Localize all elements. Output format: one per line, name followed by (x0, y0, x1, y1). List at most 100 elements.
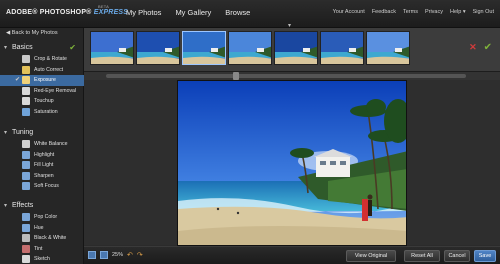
link-terms[interactable]: Terms (403, 9, 418, 15)
fill-light-icon (22, 161, 30, 169)
tool-pop-color[interactable]: Pop Color (0, 212, 84, 223)
cancel-adjustment-icon[interactable]: ✕ (469, 42, 477, 53)
slider-track[interactable] (106, 74, 466, 78)
tool-label: Tint (34, 245, 43, 252)
account-nav: Your Account Feedback Terms Privacy Help… (333, 9, 494, 15)
chevron-down-icon: ▾ (4, 45, 8, 51)
tool-label: Black & White (34, 235, 67, 241)
tool-fill-light[interactable]: Fill Light (0, 160, 84, 171)
reset-all-button[interactable]: Reset All (404, 250, 440, 262)
tool-auto-correct[interactable]: Auto Correct (0, 65, 84, 76)
red-eye-icon (22, 86, 30, 95)
strip-actions: ✕ ✔ (469, 42, 492, 53)
view-tools: 25% ↶ ↷ (88, 251, 143, 259)
tool-sketch[interactable]: Sketch (0, 254, 84, 264)
apply-adjustment-icon[interactable]: ✔ (484, 42, 492, 53)
beta-badge: BETA (98, 4, 109, 9)
sketch-icon (22, 255, 30, 263)
tool-tint[interactable]: Tint (0, 244, 84, 255)
tool-exposure[interactable]: ✔ Exposure (0, 75, 84, 86)
tool-sharpen[interactable]: Sharpen (0, 171, 84, 182)
nav-my-gallery[interactable]: My Gallery (175, 8, 211, 17)
pop-color-icon (22, 213, 30, 221)
section-header[interactable]: ▾ Basics ✔ (0, 42, 84, 54)
chevron-down-icon: ▾ (4, 130, 8, 136)
tool-label: Touchup (34, 98, 54, 104)
black-white-icon (22, 234, 30, 242)
tool-soft-focus[interactable]: Soft Focus (0, 181, 84, 192)
adjustment-slider[interactable] (84, 72, 500, 80)
saturation-icon (22, 107, 30, 116)
tint-icon (22, 244, 30, 253)
hue-icon (22, 223, 30, 232)
redo-icon[interactable]: ↷ (137, 251, 143, 259)
nav-browse[interactable]: Browse (225, 8, 250, 17)
tool-label: Sharpen (34, 172, 54, 179)
tool-label: Exposure (34, 77, 56, 83)
tool-label: Hue (34, 224, 44, 231)
thumbnail-list (90, 31, 410, 65)
thumbnail-strip: ✕ ✔ (84, 28, 500, 72)
tool-saturation[interactable]: Saturation (0, 107, 84, 118)
nav-my-photos[interactable]: My Photos (126, 8, 161, 17)
exposure-preview-thumbnail[interactable] (182, 31, 226, 65)
fit-view-icon[interactable] (88, 251, 96, 259)
tool-label: Fill Light (34, 162, 54, 168)
back-to-my-photos-link[interactable]: ◀ Back to My Photos (6, 30, 58, 36)
save-button[interactable]: Save (474, 250, 496, 262)
tool-highlight[interactable]: Highlight (0, 150, 84, 161)
link-privacy[interactable]: Privacy (425, 9, 443, 15)
touchup-icon (22, 97, 30, 105)
section-title: Effects (12, 202, 34, 209)
zoom-level: 25% (112, 252, 124, 258)
tool-label: Red-Eye Removal (34, 87, 77, 94)
exposure-preview-thumbnail[interactable] (90, 31, 134, 65)
main-nav: My Photos My Gallery Browse (126, 8, 250, 17)
tool-hue[interactable]: Hue (0, 223, 84, 234)
top-bar: ADOBE® PHOTOSHOP® EXPRESS BETA My Photos… (0, 0, 500, 29)
tool-red-eye-removal[interactable]: Red-Eye Removal (0, 86, 84, 97)
tool-label: Highlight (34, 151, 55, 158)
view-original-button[interactable]: View Original (346, 250, 396, 262)
tool-white-balance[interactable]: White Balance (0, 139, 84, 150)
exposure-icon (22, 76, 30, 84)
slider-knob[interactable] (232, 72, 239, 80)
tool-label: White Balance (34, 141, 68, 147)
exposure-preview-thumbnail[interactable] (320, 31, 364, 65)
tool-touchup[interactable]: Touchup (0, 96, 84, 107)
beach-photo-image (178, 81, 406, 245)
link-sign-out[interactable]: Sign Out (473, 9, 494, 15)
crop-icon (22, 55, 30, 63)
tool-crop-rotate[interactable]: Crop & Rotate (0, 54, 84, 65)
logo-main: ADOBE® PHOTOSHOP® (6, 9, 92, 16)
tools-sidebar: ◀ Back to My Photos ▾ Basics ✔ Crop & Rotat… (0, 28, 84, 264)
highlight-icon (22, 150, 30, 159)
auto-correct-icon (22, 65, 30, 74)
actual-size-icon[interactable] (100, 251, 108, 259)
tool-label: Sketch (34, 256, 50, 262)
beach-photo (177, 80, 407, 246)
tool-label: Auto Correct (34, 66, 64, 73)
section-basics: ▾ Basics ✔ Crop & Rotate Auto Correct ✔ Exposu… (0, 42, 84, 117)
link-feedback[interactable]: Feedback (372, 9, 396, 15)
section-title: Basics (12, 44, 33, 51)
exposure-preview-thumbnail[interactable] (366, 31, 410, 65)
cancel-button[interactable]: Cancel (444, 250, 470, 262)
photoshop-express-editor: ADOBE® PHOTOSHOP® EXPRESS BETA My Photos… (0, 0, 500, 264)
tool-label: Soft Focus (34, 183, 59, 189)
undo-icon[interactable]: ↶ (127, 251, 133, 259)
exposure-preview-thumbnail[interactable] (136, 31, 180, 65)
exposure-preview-thumbnail[interactable] (228, 31, 272, 65)
exposure-preview-thumbnail[interactable] (274, 31, 318, 65)
section-header[interactable]: ▾ Tuning (0, 127, 84, 139)
check-icon: ✔ (69, 43, 76, 52)
section-header[interactable]: ▾ Effects (0, 200, 84, 212)
white-balance-icon (22, 140, 30, 148)
link-help[interactable]: Help ▾ (450, 9, 466, 15)
back-label: Back to My Photos (11, 30, 58, 36)
applied-check-icon: ✔ (15, 77, 21, 83)
tool-black-white[interactable]: Black & White (0, 233, 84, 244)
tool-label: Pop Color (34, 214, 58, 220)
section-title: Tuning (12, 129, 34, 136)
link-your-account[interactable]: Your Account (333, 9, 365, 15)
